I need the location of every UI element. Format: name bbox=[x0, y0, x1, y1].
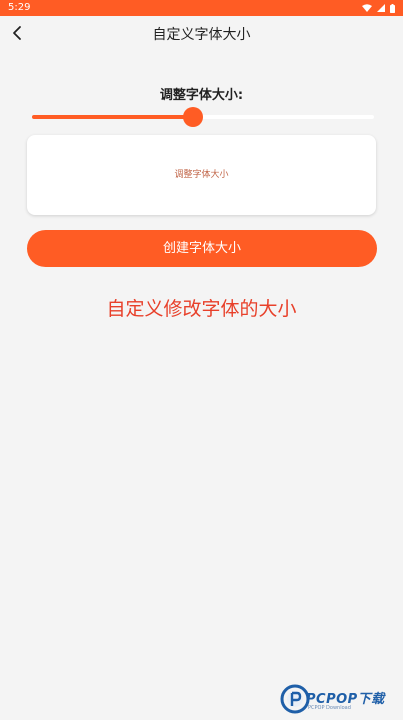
font-size-label: 调整字体大小: bbox=[159, 88, 244, 103]
watermark-sub: PCPOP Download bbox=[308, 705, 351, 711]
font-size-slider[interactable] bbox=[32, 107, 374, 127]
preview-card: 调整字体大小 bbox=[27, 135, 376, 215]
create-font-size-button[interactable]: 创建字体大小 bbox=[27, 230, 377, 267]
status-time: 5:29 bbox=[8, 2, 31, 13]
status-icons bbox=[362, 0, 395, 16]
slider-fill bbox=[32, 115, 193, 119]
watermark: PCPOP下载 PCPOP Download bbox=[280, 684, 400, 716]
signal-icon bbox=[377, 4, 385, 12]
page-title: 自定义字体大小 bbox=[152, 27, 251, 43]
promo-headline: 自定义修改字体的大小 bbox=[106, 298, 297, 320]
status-bar: 5:29 bbox=[0, 0, 403, 16]
title-bar: 自定义字体大小 bbox=[0, 16, 403, 50]
battery-icon bbox=[390, 3, 395, 13]
slider-thumb[interactable] bbox=[182, 107, 203, 127]
wifi-icon bbox=[362, 4, 372, 12]
preview-text: 调整字体大小 bbox=[174, 170, 229, 180]
